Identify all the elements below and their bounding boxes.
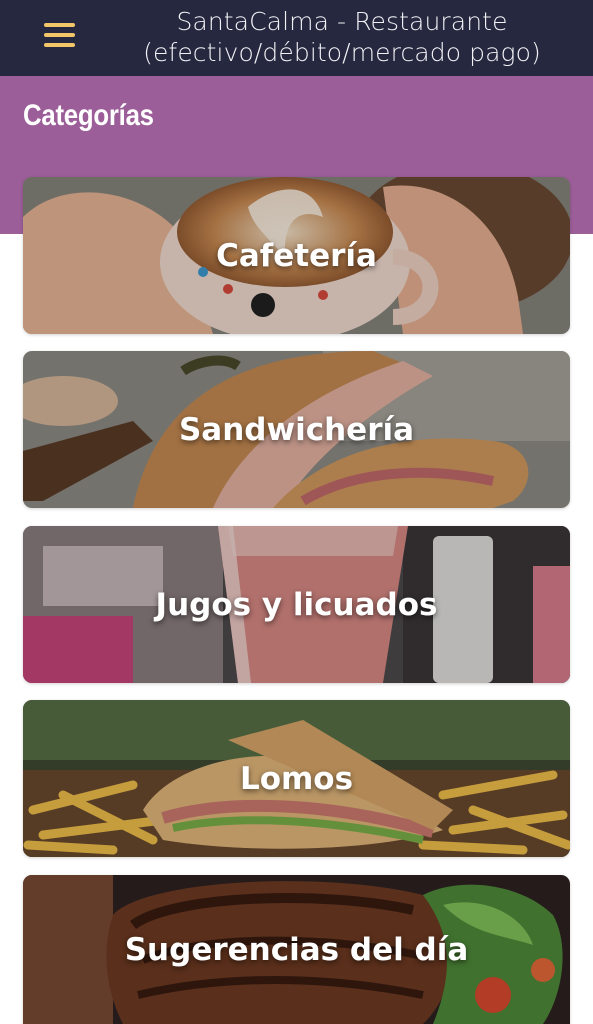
hamburger-menu-icon[interactable] bbox=[44, 22, 76, 50]
category-card-sandwicheria[interactable]: Sandwichería bbox=[23, 351, 570, 508]
category-label: Sugerencias del día bbox=[124, 931, 469, 968]
app-title-line-2: (efectivo/débito/mercado pago) bbox=[143, 38, 541, 67]
category-label: Lomos bbox=[239, 760, 354, 797]
app-header: SantaCalma - Restaurante (efectivo/débit… bbox=[0, 0, 593, 76]
app-title: SantaCalma - Restaurante (efectivo/débit… bbox=[112, 6, 572, 68]
category-label: Cafetería bbox=[216, 237, 377, 274]
category-label: Sandwichería bbox=[178, 411, 415, 448]
app-title-line-1: SantaCalma - Restaurante bbox=[176, 7, 508, 36]
category-card-cafeteria[interactable]: Cafetería bbox=[23, 177, 570, 334]
category-card-jugos[interactable]: Jugos y licuados bbox=[23, 526, 570, 683]
page-title: Categorías bbox=[23, 99, 154, 132]
category-card-lomos[interactable]: Lomos bbox=[23, 700, 570, 857]
category-label: Jugos y licuados bbox=[155, 586, 438, 623]
category-card-sugerencias[interactable]: Sugerencias del día bbox=[23, 875, 570, 1024]
